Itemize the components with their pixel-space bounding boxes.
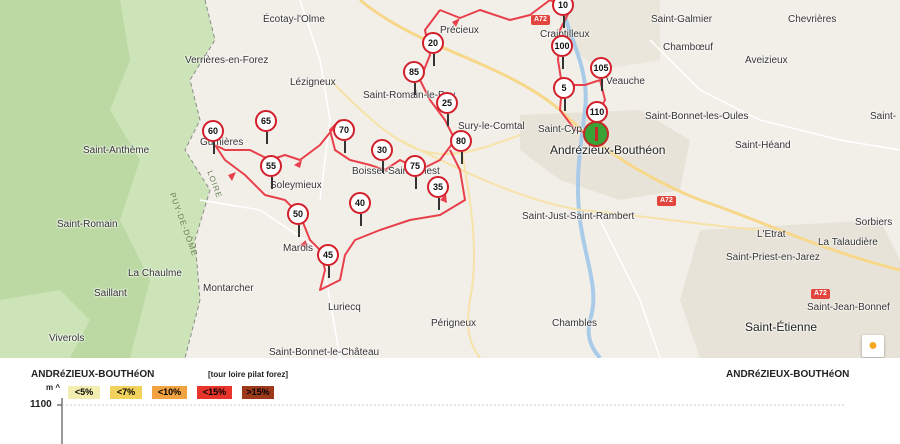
town-label: Saint-Galmier bbox=[651, 14, 713, 25]
town-label: Saillant bbox=[94, 288, 127, 299]
town-label: Saint- bbox=[870, 111, 897, 122]
town-label: Sury-le-Comtal bbox=[458, 121, 525, 132]
km-marker[interactable]: 35 bbox=[427, 176, 449, 210]
route-arrow-2 bbox=[294, 160, 302, 168]
km-marker[interactable]: 100 bbox=[551, 35, 573, 69]
town-label: Saint-Héand bbox=[735, 140, 791, 151]
km-marker[interactable]: 40 bbox=[349, 192, 371, 226]
town-label: Chambles bbox=[552, 318, 598, 329]
km-marker[interactable]: 60 bbox=[202, 120, 224, 154]
profile-axis bbox=[57, 398, 845, 444]
km-marker[interactable]: 80 bbox=[450, 130, 472, 164]
town-label: Marols bbox=[283, 243, 314, 254]
town-label: Verrières-en-Forez bbox=[185, 55, 269, 66]
town-label: Veauche bbox=[606, 76, 645, 87]
town-label: Aveizieux bbox=[745, 55, 788, 66]
town-label: Saint-Jean-Bonnef bbox=[807, 302, 890, 313]
km-marker[interactable]: 105 bbox=[590, 57, 612, 91]
start-finish-pin[interactable] bbox=[583, 121, 609, 147]
town-label: Périgneux bbox=[431, 318, 477, 329]
km-marker[interactable]: 5 bbox=[553, 77, 575, 111]
road-minor-4 bbox=[599, 219, 661, 358]
town-label: La Talaudière bbox=[818, 237, 878, 248]
km-marker[interactable]: 70 bbox=[333, 119, 355, 153]
town-label: Montarcher bbox=[203, 283, 254, 294]
km-marker[interactable]: 55 bbox=[260, 155, 282, 189]
km-marker[interactable]: 20 bbox=[422, 32, 444, 66]
town-label: Précieux bbox=[440, 25, 479, 36]
map-base-layer bbox=[0, 0, 900, 358]
highway-shield: A72 bbox=[657, 196, 676, 206]
town-label: Boisset-Saint-Priest bbox=[352, 166, 440, 177]
town-label: Saint-Just-Saint-Rambert bbox=[522, 211, 635, 222]
km-marker[interactable]: 25 bbox=[436, 92, 458, 126]
route-arrow-3 bbox=[228, 172, 236, 181]
highway-shield: A72 bbox=[811, 289, 830, 299]
map-view[interactable]: LOIRE PUY-DE-DÔME Écotay-l'Olme Précieux… bbox=[0, 0, 900, 358]
town-label: Chevrières bbox=[788, 14, 837, 25]
road-minor-2 bbox=[199, 199, 341, 358]
town-label: Saint-Étienne bbox=[745, 320, 818, 334]
town-label: Soleymieux bbox=[270, 180, 322, 191]
town-label: Saint-Bonnet-les-Oules bbox=[645, 111, 749, 122]
town-label: Viverols bbox=[49, 333, 85, 344]
km-marker[interactable]: 45 bbox=[317, 244, 339, 278]
town-label: Saint-Cyp bbox=[538, 124, 582, 135]
town-label: Saint-Bonnet-le-Château bbox=[269, 347, 380, 358]
road-minor-1 bbox=[299, 0, 331, 201]
town-label: Andrézieux-Bouthéon bbox=[550, 143, 666, 157]
street-view-pegman-icon[interactable]: ● bbox=[862, 335, 884, 357]
town-label: Sorbiers bbox=[855, 217, 893, 228]
town-label: Lézigneux bbox=[290, 77, 336, 88]
highway-shield: A72 bbox=[531, 15, 550, 25]
km-marker[interactable]: 110 bbox=[586, 101, 608, 135]
town-label: Saint-Priest-en-Jarez bbox=[726, 252, 820, 263]
town-label: Saint-Romain bbox=[57, 219, 118, 230]
km-marker[interactable]: 50 bbox=[287, 203, 309, 237]
km-marker[interactable]: 30 bbox=[371, 139, 393, 173]
elevation-profile: ANDRéZIEUX-BOUTHéON [tour loire pilat fo… bbox=[0, 358, 900, 444]
town-label: Écotay-l'Olme bbox=[263, 14, 325, 25]
town-label: Chambœuf bbox=[663, 42, 714, 53]
town-label: Saint-Anthème bbox=[83, 145, 150, 156]
town-label: L'Etrat bbox=[757, 229, 786, 240]
km-marker[interactable]: 65 bbox=[255, 110, 277, 144]
town-label: La Chaulme bbox=[128, 268, 182, 279]
town-label: Luriecq bbox=[328, 302, 361, 313]
km-marker[interactable]: 75 bbox=[404, 155, 426, 189]
km-marker[interactable]: 85 bbox=[403, 61, 425, 95]
